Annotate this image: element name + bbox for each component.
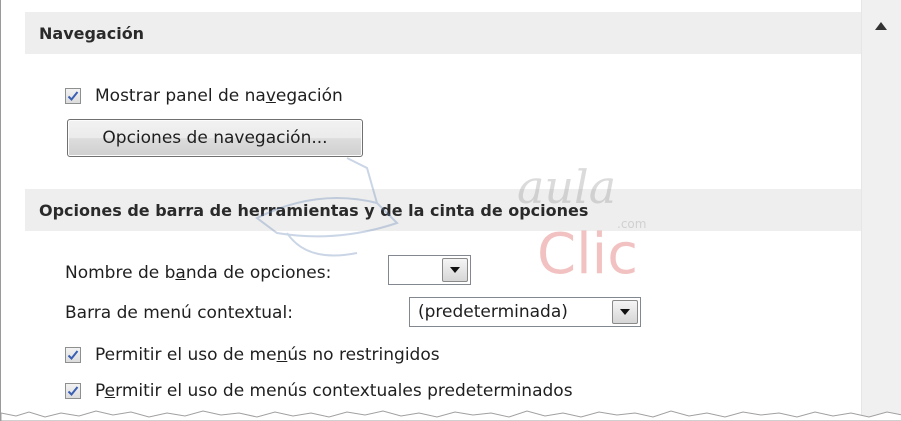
chevron-down-icon	[620, 309, 630, 315]
show-nav-pane-option[interactable]: Mostrar panel de navegación	[65, 86, 343, 106]
allow-default-shortcut-menus-label: Permitir el uso de menús contextuales pr…	[95, 381, 573, 401]
show-nav-pane-label: Mostrar panel de navegación	[95, 86, 343, 106]
triangle-up-icon[interactable]	[875, 22, 887, 30]
watermark-brand-bottom: Clic	[537, 222, 638, 287]
watermark-brand-top: aula	[517, 160, 616, 214]
checkmark-icon	[67, 91, 79, 101]
navigation-options-button-label: Opciones de navegación...	[102, 128, 328, 148]
shortcut-menu-bar-combobox[interactable]: (predeterminada)	[409, 297, 641, 327]
allow-full-menus-option[interactable]: Permitir el uso de menús no restringidos	[65, 345, 440, 365]
shortcut-menu-bar-value: (predeterminada)	[418, 302, 568, 322]
shortcut-menu-bar-label: Barra de menú contextual:	[65, 303, 293, 323]
allow-default-shortcut-menus-option[interactable]: Permitir el uso de menús contextuales pr…	[65, 381, 573, 401]
allow-full-menus-checkbox[interactable]	[65, 347, 81, 363]
options-dialog-panel: Navegación Mostrar panel de navegación O…	[0, 0, 901, 421]
vertical-scrollbar[interactable]	[861, 0, 901, 421]
allow-default-shortcut-menus-checkbox[interactable]	[65, 383, 81, 399]
show-nav-pane-checkbox[interactable]	[65, 88, 81, 104]
section-header-navigation: Navegación	[25, 12, 863, 54]
section-title-navigation: Navegación	[39, 23, 145, 43]
graduation-cap-icon	[255, 157, 399, 257]
torn-edge	[1, 410, 901, 421]
shortcut-menu-bar-dropdown-button[interactable]	[612, 300, 638, 324]
allow-full-menus-label: Permitir el uso de menús no restringidos	[95, 345, 440, 365]
aulaclic-watermark-logo: aula .com Clic	[255, 157, 646, 287]
checkmark-icon	[67, 386, 79, 396]
checkmark-icon	[67, 350, 79, 360]
